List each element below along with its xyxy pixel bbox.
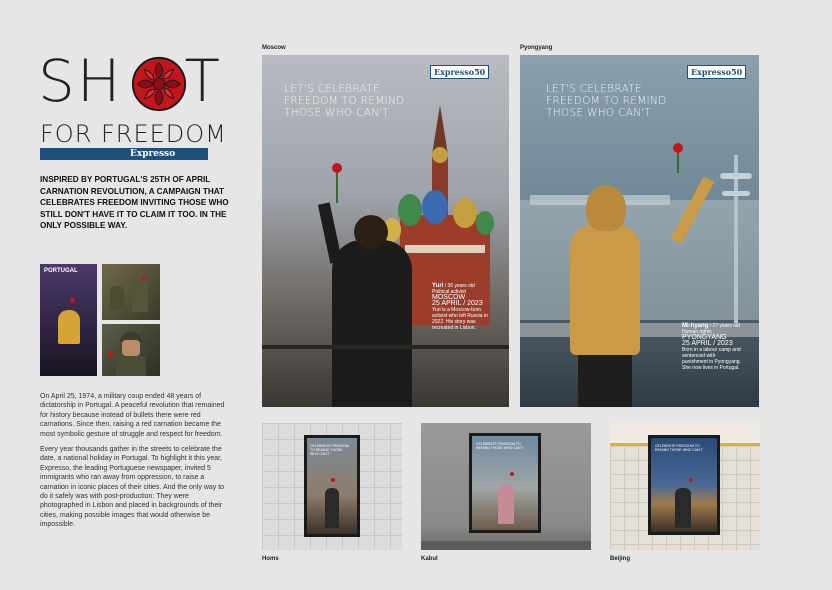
poster-small-text: Born in a labour camp and sentenced with… [682, 347, 741, 371]
thumb-soldier-portrait [102, 324, 160, 376]
title-shot-right: T [184, 47, 222, 115]
poster-info: Yuri / 36 years old Political activist M… [432, 283, 492, 331]
poster-headline: LET'S CELEBRATE FREEDOM TO REMIND THOSE … [284, 83, 405, 119]
poster-info: Mi-hyang / 27 years old Human rights PYO… [682, 323, 742, 371]
poster-caption-moscow: Moscow [262, 45, 286, 51]
person-arm [317, 202, 343, 264]
mockup-frame: CELEBRATE FREEDOM TO REMIND THOSE WHO CA… [304, 435, 360, 537]
title-shot-left: SH [38, 47, 123, 115]
carnation-icon [131, 56, 187, 112]
title-subtitle: FOR FREEDOM [40, 120, 227, 148]
person-age: / 27 years old [709, 323, 740, 329]
poster-pyongyang: LET'S CELEBRATE FREEDOM TO REMIND THOSE … [520, 55, 759, 407]
carnation-flower [332, 163, 342, 173]
body-copy: On April 25, 1974, a military coup ended… [40, 392, 230, 536]
poster-caption-pyongyang: Pyongyang [520, 45, 553, 51]
body-paragraph-2: Every year thousands gather in the stree… [40, 446, 225, 529]
thumb-soldiers [102, 264, 160, 320]
mockup-frame: CELEBRATE FREEDOM TO REMIND THOSE WHO CA… [469, 433, 541, 533]
expresso-logo: Expresso50 [430, 65, 490, 79]
thumb-poster-text: PORTUGAL [44, 268, 78, 274]
carnation-flower [673, 143, 683, 153]
thumbnail-collage: PORTUGAL [40, 264, 160, 376]
person-figure [332, 240, 412, 407]
person-hood [586, 185, 626, 231]
poster-headline: LET'S CELEBRATE FREEDOM TO REMIND THOSE … [546, 83, 667, 119]
person-legs [578, 355, 632, 407]
mockup-headline: CELEBRATE FREEDOM TO REMIND THOSE WHO CA… [476, 442, 524, 450]
mockup-frame: CELEBRATE FREEDOM TO REMIND THOSE WHO CA… [648, 435, 720, 535]
mockup-headline: CELEBRATE FREEDOM TO REMIND THOSE WHO CA… [310, 444, 350, 456]
campaign-headline: INSPIRED BY PORTUGAL'S 25TH OF APRIL CAR… [40, 175, 229, 230]
mockup-caption-homs: Homs [262, 556, 279, 562]
expresso-logo: Expresso50 [687, 65, 747, 79]
mockup-kabul: CELEBRATE FREEDOM TO REMIND THOSE WHO CA… [421, 423, 591, 550]
body-paragraph-1: On April 25, 1974, a military coup ended… [40, 393, 225, 438]
mockup-caption-beijing: Beijing [610, 556, 631, 562]
poster-small-text: Yuri is a Moscow-born activist who left … [432, 307, 488, 331]
mockup-beijing: CELEBRATE FREEDOM TO REMIND THOSE WHO CA… [610, 423, 760, 550]
thumb-carnation [70, 298, 75, 303]
thumb-poster: PORTUGAL [40, 264, 97, 376]
mockup-headline: CELEBRATE FREEDOM TO REMIND THOSE WHO CA… [655, 444, 703, 452]
tower [734, 155, 738, 325]
thumb-figure [58, 310, 80, 344]
person-figure [570, 225, 640, 355]
brand-bar: Expresso [40, 148, 208, 160]
poster-moscow: LET'S CELEBRATE FREEDOM TO REMIND THOSE … [262, 55, 509, 407]
brand-name: Expresso [130, 149, 176, 159]
person-head [354, 215, 388, 249]
mockup-caption-kabul: Kabul [421, 556, 438, 562]
mockup-homs: CELEBRATE FREEDOM TO REMIND THOSE WHO CA… [262, 423, 402, 550]
